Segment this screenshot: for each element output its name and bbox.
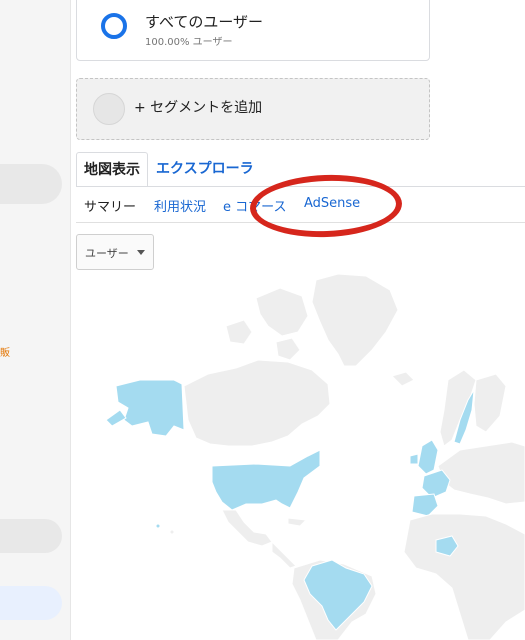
sidebar-item[interactable] bbox=[0, 164, 62, 204]
segment-title: すべてのユーザー bbox=[145, 13, 264, 31]
metric-dropdown[interactable]: ユーザー bbox=[76, 234, 154, 270]
map-spain bbox=[411, 493, 439, 517]
sidebar-item-selected[interactable] bbox=[0, 586, 62, 620]
metric-dropdown-value: ユーザー bbox=[85, 247, 129, 260]
sidebar-orange-text: 販 bbox=[0, 348, 10, 359]
map-canada bbox=[183, 359, 331, 447]
add-segment-button[interactable]: + セグメントを追加 bbox=[76, 78, 430, 140]
add-segment-circle-icon bbox=[93, 93, 125, 125]
map-mexico bbox=[221, 509, 273, 547]
map-finland bbox=[473, 373, 507, 433]
map-land bbox=[105, 273, 525, 640]
chevron-down-icon bbox=[137, 250, 145, 255]
red-annotation-ellipse bbox=[248, 172, 404, 240]
map-alaska bbox=[115, 379, 185, 437]
left-sidebar: 販 bbox=[0, 0, 71, 640]
sidebar-item[interactable] bbox=[0, 519, 62, 553]
subtab-usage[interactable]: 利用状況 bbox=[154, 196, 206, 215]
add-segment-label: + セグメントを追加 bbox=[134, 100, 263, 116]
tab-explorer[interactable]: エクスプローラ bbox=[156, 152, 254, 186]
segment-ring-icon bbox=[101, 13, 127, 39]
tab-map-view[interactable]: 地図表示 bbox=[76, 152, 148, 186]
map-iceland bbox=[391, 371, 415, 387]
map-africa bbox=[403, 513, 525, 640]
segment-subtitle: 100.00% ユーザー bbox=[145, 37, 233, 48]
world-map[interactable] bbox=[76, 270, 525, 640]
subtab-summary[interactable]: サマリー bbox=[84, 196, 136, 215]
map-arctic-islands bbox=[255, 287, 309, 337]
segment-card-all-users[interactable]: すべてのユーザー 100.00% ユーザー bbox=[76, 0, 430, 61]
map-uk bbox=[417, 439, 439, 475]
map-usa bbox=[211, 449, 321, 511]
map-europe bbox=[437, 441, 525, 505]
map-greenland bbox=[311, 273, 399, 367]
